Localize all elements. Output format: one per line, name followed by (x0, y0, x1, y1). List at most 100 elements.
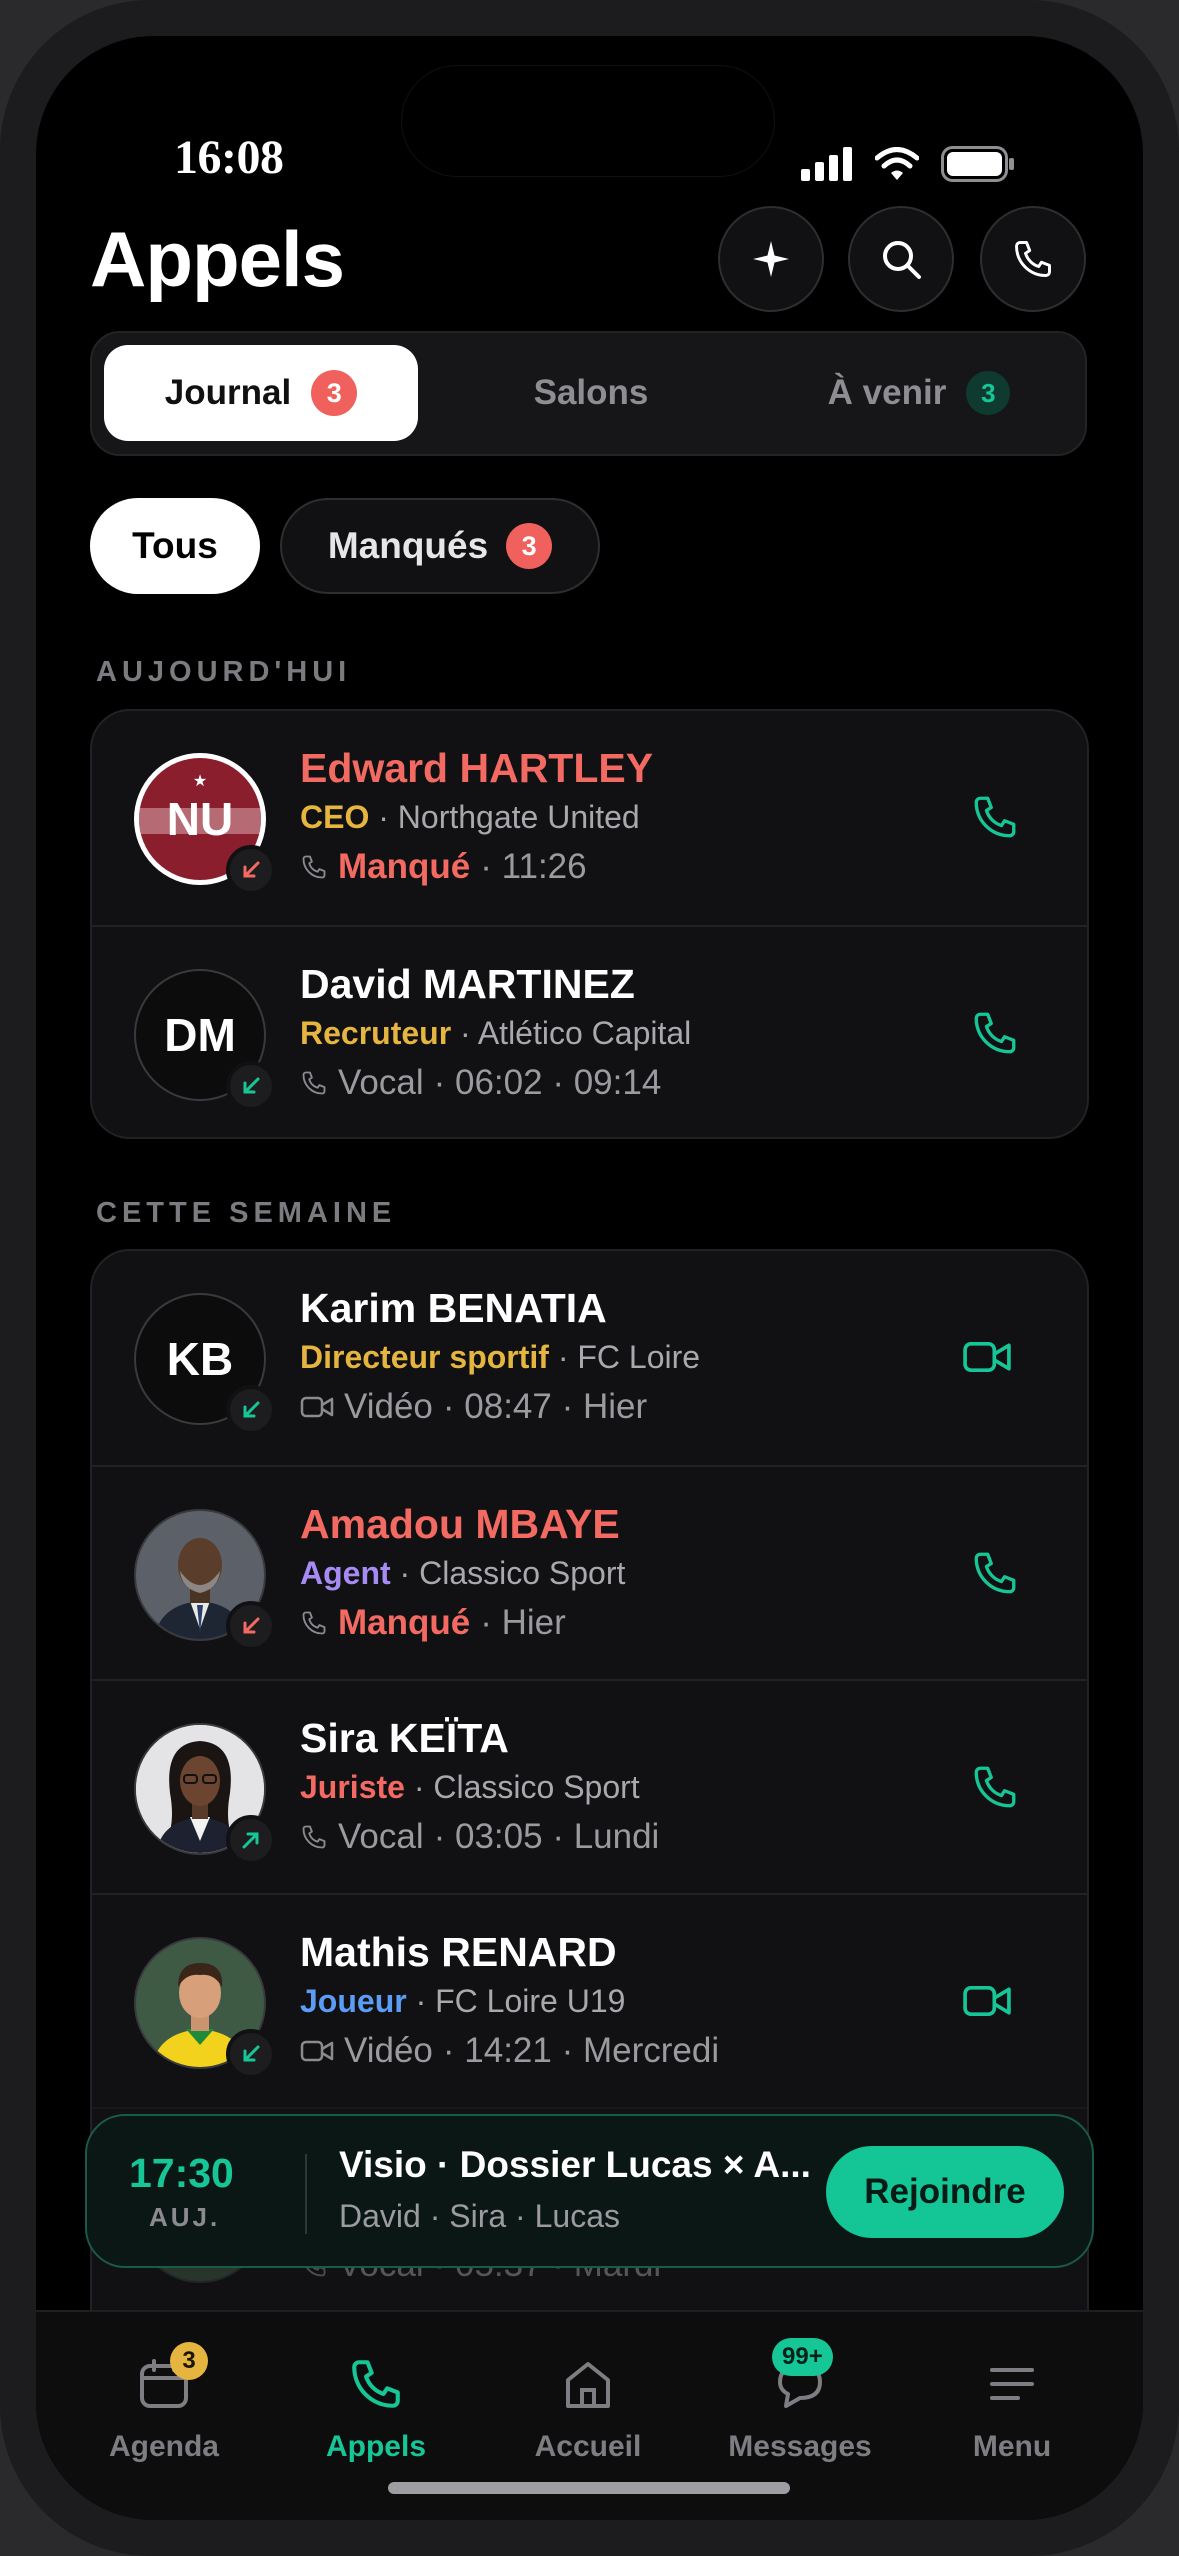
page-title: Appels (90, 215, 345, 303)
filter-manques-label: Manqués (327, 525, 489, 566)
phone-icon (302, 1071, 326, 1095)
call-details: · 06:02 · 09:14 (433, 1063, 662, 1102)
contact-role: Directeur sportif (300, 1339, 549, 1375)
tab-a-venir-label: À venir (827, 373, 947, 412)
contact-role: Recruteur (300, 1015, 452, 1051)
call-row[interactable]: Mathis RENARD Joueur · FC Loire U19 Vidé… (92, 1893, 1087, 2107)
contact-org: · FC Loire (557, 1339, 701, 1375)
call-row[interactable]: ★ NU Edward HARTLEY CEO · Northgate Unit… (92, 711, 1087, 925)
call-back-button[interactable] (965, 1003, 1025, 1063)
call-back-button[interactable] (965, 1757, 1025, 1817)
contact-role-line: Recruteur · Atlético Capital (300, 1015, 691, 1052)
video-call-button[interactable] (957, 1327, 1017, 1387)
call-meta: Manqué · Hier (300, 1603, 566, 1643)
filter-tous[interactable]: Tous (90, 498, 260, 594)
join-button[interactable]: Rejoindre (826, 2146, 1064, 2238)
tab-a-venir[interactable]: À venir 3 (762, 345, 1076, 441)
filter-manques[interactable]: Manqués 3 (280, 498, 600, 594)
incoming-arrow-icon (243, 1077, 260, 1094)
tabbar-appels-label: Appels (325, 2430, 427, 2463)
tabbar-agenda-label: Agenda (108, 2430, 219, 2463)
call-type: Vocal (338, 1063, 424, 1102)
contact-name: Amadou MBAYE (300, 1501, 620, 1547)
video-call-button[interactable] (957, 1971, 1017, 2031)
avatar-initials: KB (166, 1333, 234, 1385)
call-details: · 11:26 (480, 847, 587, 886)
tabbar-accueil[interactable]: Accueil (498, 2352, 678, 2464)
contact-org: · FC Loire U19 (415, 1983, 626, 2019)
segmented-control: Journal 3 Salons À venir 3 (90, 331, 1087, 456)
call-row[interactable]: Amadou MBAYE Agent · Classico Sport Manq… (92, 1465, 1087, 1679)
upcoming-call-banner[interactable]: 17:30 AUJ. Visio · Dossier Lucas × A... … (85, 2114, 1094, 2268)
call-meta: Vidéo · 14:21 · Mercredi (300, 2031, 719, 2071)
incoming-arrow-icon (243, 2045, 260, 2062)
contact-role-line: CEO · Northgate United (300, 799, 640, 836)
contact-role-line: Joueur · FC Loire U19 (300, 1983, 625, 2020)
phone-icon (974, 1012, 1016, 1054)
tabbar-messages-label: Messages (728, 2430, 872, 2463)
call-back-button[interactable] (965, 787, 1025, 847)
tab-a-venir-badge: 3 (966, 371, 1011, 415)
contact-role: CEO (300, 799, 370, 835)
filter-tous-label: Tous (132, 525, 218, 566)
contact-name: Mathis RENARD (300, 1929, 617, 1975)
call-list-today: ★ NU Edward HARTLEY CEO · Northgate Unit… (90, 709, 1089, 1139)
wifi-icon (875, 147, 919, 180)
contact-role-line: Juriste · Classico Sport (300, 1769, 640, 1806)
tabbar-menu-label: Menu (972, 2430, 1052, 2463)
section-title-week: CETTE SEMAINE (96, 1197, 397, 1229)
call-type: Manqué (338, 1603, 471, 1642)
phone-icon (1015, 241, 1051, 277)
section-title-today: AUJOURD'HUI (96, 656, 352, 688)
tabbar-agenda[interactable]: 3 Agenda (74, 2342, 254, 2464)
call-details: · 08:47 · Hier (442, 1387, 648, 1426)
call-row[interactable]: DM David MARTINEZ Recruteur · Atlético C… (92, 925, 1087, 1137)
tab-journal[interactable]: Journal 3 (104, 345, 418, 441)
phone-icon (974, 796, 1016, 838)
agenda-badge: 3 (170, 2342, 208, 2380)
tabbar-menu[interactable]: Menu (922, 2352, 1102, 2464)
search-button[interactable] (848, 206, 954, 312)
tabbar-accueil-label: Accueil (534, 2430, 642, 2463)
incoming-indicator (226, 1385, 276, 1435)
contact-name: Edward HARTLEY (300, 745, 654, 791)
banner-title: Visio · Dossier Lucas × A... (339, 2144, 811, 2185)
banner-participants: David · Sira · Lucas (339, 2198, 620, 2234)
contact-org: · Atlético Capital (460, 1015, 692, 1051)
tabbar-appels[interactable]: Appels (286, 2352, 466, 2464)
banner-divider (305, 2154, 307, 2234)
incoming-missed-indicator (226, 1601, 276, 1651)
incoming-arrow-icon (243, 861, 260, 878)
outgoing-indicator (226, 1815, 276, 1865)
call-back-button[interactable] (965, 1543, 1025, 1603)
contact-name: Sira KEÏTA (300, 1715, 509, 1761)
new-call-button[interactable] (980, 206, 1086, 312)
tabbar-messages[interactable]: 99+ Messages (710, 2338, 890, 2464)
video-icon (963, 1986, 1011, 2016)
video-icon (300, 2040, 334, 2062)
phone-icon (974, 1552, 1016, 1594)
contact-org: · Classico Sport (399, 1555, 626, 1591)
incoming-arrow-icon (243, 1401, 260, 1418)
call-row[interactable]: Sira KEÏTA Juriste · Classico Sport Voca… (92, 1679, 1087, 1893)
status-time: 16:08 (174, 131, 284, 184)
filter-manques-badge: 3 (506, 523, 553, 569)
tab-salons[interactable]: Salons (434, 345, 748, 441)
call-type: Manqué (338, 847, 471, 886)
tab-journal-label: Journal (164, 373, 292, 412)
home-indicator[interactable] (388, 2482, 790, 2494)
outgoing-arrow-icon (242, 1832, 259, 1849)
call-meta: Vocal · 06:02 · 09:14 (300, 1063, 661, 1103)
tab-journal-badge: 3 (311, 370, 358, 416)
contact-role-line: Agent · Classico Sport (300, 1555, 625, 1592)
video-icon (963, 1342, 1011, 1372)
call-details: · Hier (480, 1603, 566, 1642)
sparkle-icon (753, 241, 789, 277)
ai-button[interactable] (718, 206, 824, 312)
phone-icon (302, 1611, 326, 1635)
contact-org: · Northgate United (378, 799, 640, 835)
call-row[interactable]: KB Karim BENATIA Directeur sportif · FC … (92, 1251, 1087, 1465)
svg-text:★: ★ (193, 771, 207, 790)
incoming-indicator (226, 2029, 276, 2079)
menu-icon (990, 2368, 1034, 2400)
